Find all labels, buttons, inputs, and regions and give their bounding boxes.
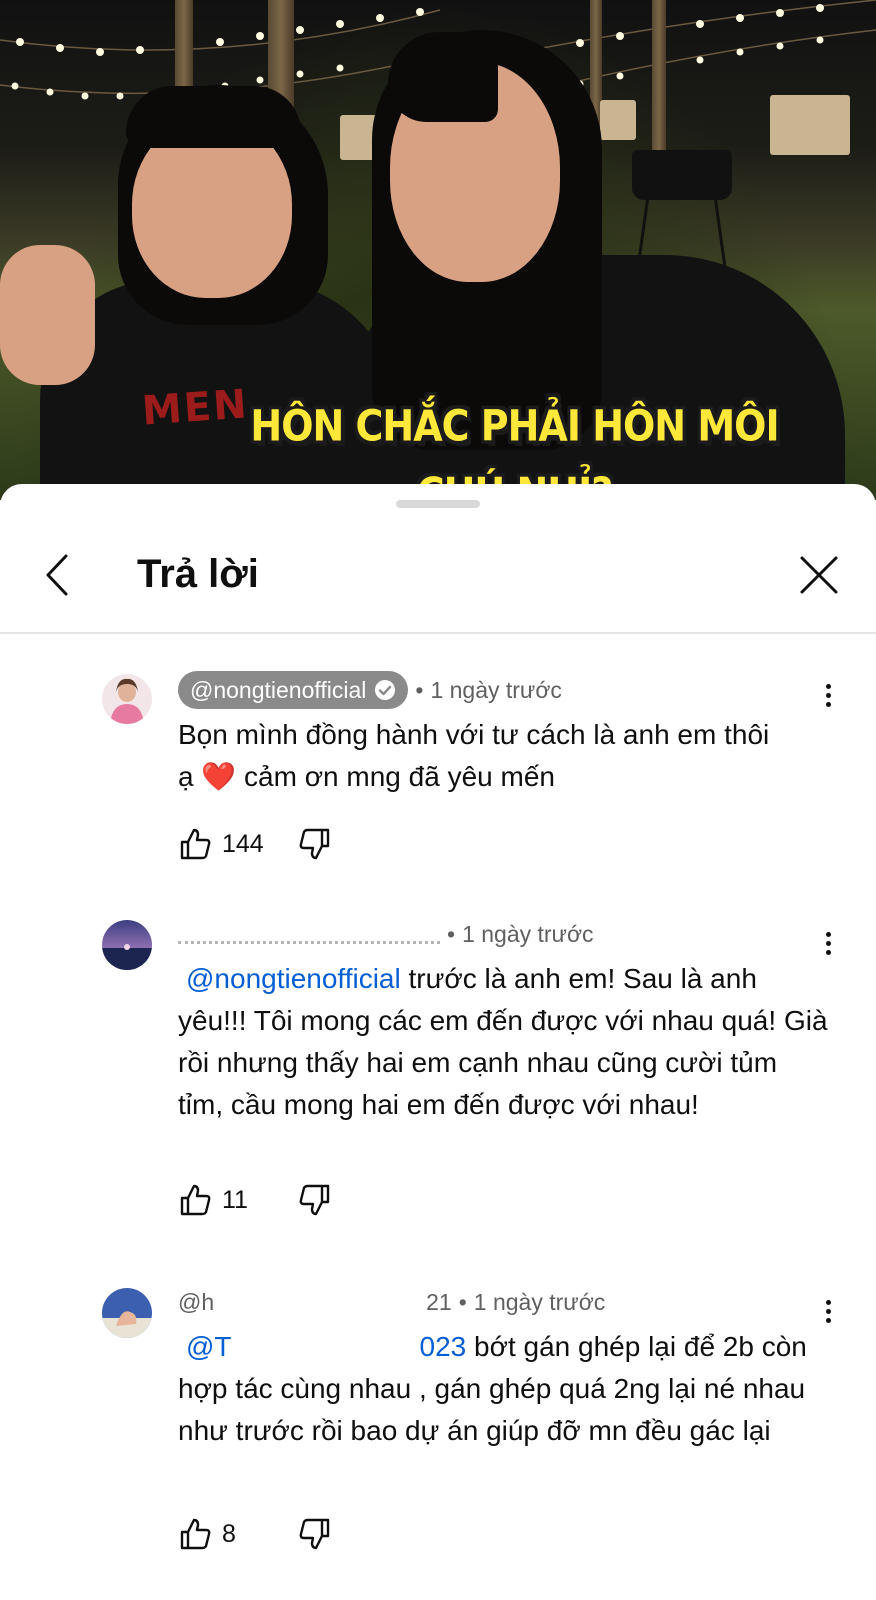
meta-separator: • <box>458 1288 467 1315</box>
avatar-image <box>102 1288 152 1338</box>
sheet-title: Trả lời <box>137 552 259 596</box>
sheet-header: Trả lời <box>0 534 876 624</box>
more-vert-icon-dot <box>825 941 831 946</box>
more-vert-icon-dot <box>825 702 831 707</box>
verified-check-icon <box>375 680 396 700</box>
more-vert-icon-dot <box>825 950 831 955</box>
reply-comment: @nongtienofficial • 1 ngày trước Bọn mìn… <box>0 670 876 880</box>
mention-link[interactable]: @nongtienofficial <box>178 963 401 994</box>
like-count: 8 <box>222 1519 236 1548</box>
video-player[interactable]: MEN HÔN CHẮC PHẢI HÔN MÔI CHÚ NHỈ? <box>0 0 876 500</box>
wooden-chair <box>600 100 636 140</box>
like-count: 144 <box>222 829 264 858</box>
wooden-chair <box>770 95 850 155</box>
close-icon <box>800 556 838 594</box>
thumb-down-icon[interactable] <box>298 827 332 861</box>
reply-comment: • 1 ngày trước @nongtienofficial trước l… <box>0 916 876 1236</box>
grill <box>632 150 732 200</box>
more-vert-icon <box>825 684 831 689</box>
thumb-up-icon[interactable] <box>178 1517 212 1551</box>
author-handle-redacted[interactable] <box>178 924 440 944</box>
redacted-mention <box>231 1335 420 1362</box>
more-vert-icon-dot <box>825 1309 831 1314</box>
comment-time: 1 ngày trước <box>473 1288 606 1315</box>
redacted-handle <box>178 933 440 944</box>
meta-separator: • <box>415 676 424 703</box>
comment-text-line: Bọn mình đồng hành với tư cách là anh em… <box>178 719 770 750</box>
comment-meta: • 1 ngày trước <box>178 916 594 952</box>
avatar-image <box>102 674 152 724</box>
avatar[interactable] <box>102 920 152 970</box>
more-options-button[interactable] <box>820 680 836 716</box>
like-count: 11 <box>222 1185 248 1214</box>
comment-text-line: ạ ❤️ cảm ơn mng đã yêu mến <box>178 756 828 798</box>
comment-text: @nongtienofficial trước là anh em! Sau l… <box>178 958 828 1126</box>
redacted-handle <box>214 1289 427 1315</box>
close-button[interactable] <box>794 550 844 600</box>
avatar[interactable] <box>102 674 152 724</box>
more-vert-icon-dot <box>825 693 831 698</box>
person-left-bangs <box>126 86 301 148</box>
drag-handle[interactable] <box>396 500 480 508</box>
person-right-bangs <box>388 32 498 122</box>
thumb-up-icon[interactable] <box>178 1183 212 1217</box>
comment-text: @T 023 bớt gán ghép lại để 2b còn hợp tác… <box>178 1326 828 1452</box>
avatar-image <box>102 920 152 970</box>
avatar[interactable] <box>102 1288 152 1338</box>
more-vert-icon <box>825 1300 831 1305</box>
comment-time: 1 ngày trước <box>430 676 562 703</box>
video-caption: HÔN CHẮC PHẢI HÔN MÔI CHÚ NHỈ? <box>250 401 779 500</box>
author-handle-start[interactable]: @h <box>178 1289 214 1316</box>
replies-sheet: Trả lời @nongtienofficial • 1 ngày trước… <box>0 484 876 1600</box>
header-divider <box>0 632 876 634</box>
comment-meta: @nongtienofficial • 1 ngày trước <box>178 670 562 710</box>
more-vert-icon <box>825 932 831 937</box>
chevron-left-icon <box>46 554 68 596</box>
heart-emoji: ❤️ <box>201 761 237 792</box>
meta-separator: • <box>447 920 456 947</box>
author-handle-end[interactable]: 21 <box>426 1289 452 1316</box>
mention-link-start[interactable]: @T <box>178 1331 232 1362</box>
comment-actions: 11 <box>178 1180 332 1220</box>
back-button[interactable] <box>36 550 84 600</box>
comment-text-segment: cảm ơn mng đã yêu mến <box>244 761 555 792</box>
comment-text-segment: ạ <box>178 761 194 792</box>
comment-actions: 144 <box>178 824 332 864</box>
thumb-down-icon[interactable] <box>298 1517 332 1551</box>
comment-meta: @h 21 • 1 ngày trước <box>178 1284 605 1320</box>
comment-text: Bọn mình đồng hành với tư cách là anh em… <box>178 714 828 798</box>
author-handle: @nongtienofficial <box>190 676 367 703</box>
more-vert-icon-dot <box>825 1318 831 1323</box>
comment-actions: 8 <box>178 1514 332 1554</box>
mention-link-end[interactable]: 023 <box>420 1331 467 1362</box>
author-handle-chip[interactable]: @nongtienofficial <box>178 671 409 709</box>
comment-time: 1 ngày trước <box>462 920 594 947</box>
person-left-hand <box>0 245 95 385</box>
thumb-up-icon[interactable] <box>178 827 212 861</box>
thumb-down-icon[interactable] <box>298 1183 332 1217</box>
reply-comment: @h 21 • 1 ngày trước @T 023 bớt gán ghép … <box>0 1284 876 1600</box>
